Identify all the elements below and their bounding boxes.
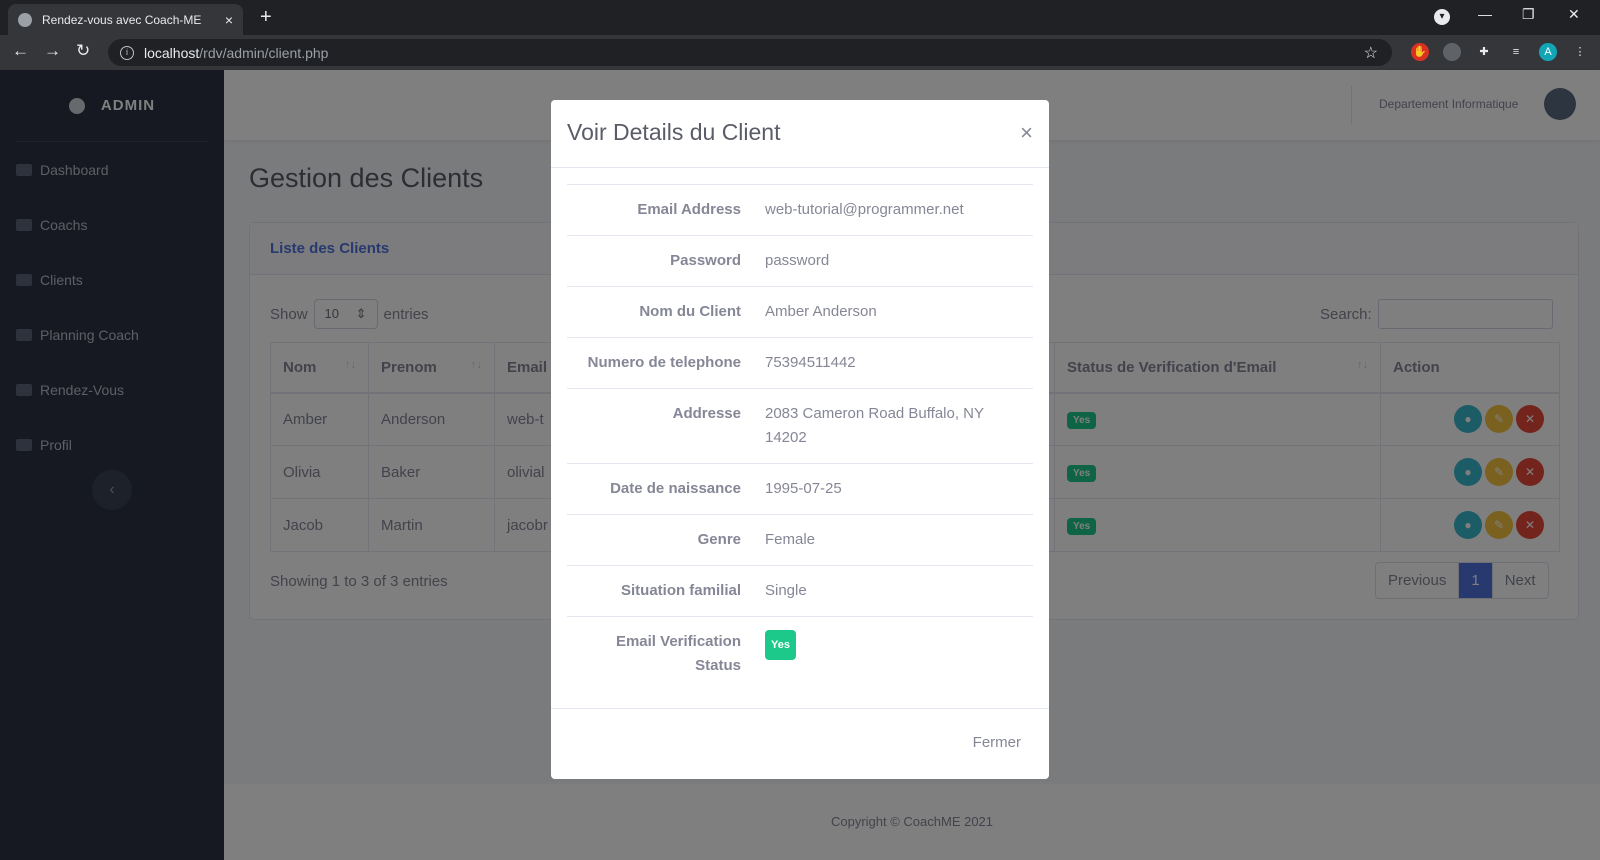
status-badge: Yes (765, 630, 796, 660)
fermer-button[interactable]: Fermer (973, 734, 1021, 751)
restore-icon[interactable]: ❐ (1522, 6, 1535, 23)
detail-value: 75394511442 (753, 337, 1033, 389)
detail-row: Addresse 2083 Cameron Road Buffalo, NY 1… (567, 388, 1033, 464)
browser-titlebar: Rendez-vous avec Coach-ME × + ▾ — ❐ ✕ (0, 0, 1600, 35)
detail-value: 1995-07-25 (753, 463, 1033, 515)
modal-footer: Fermer (551, 708, 1049, 779)
detail-value: Single (753, 565, 1033, 617)
detail-row: Email Address web-tutorial@programmer.ne… (567, 184, 1033, 236)
browser-tab[interactable]: Rendez-vous avec Coach-ME × (8, 4, 243, 35)
detail-label: Numero de telephone (567, 337, 753, 389)
modal-body: Email Address web-tutorial@programmer.ne… (551, 168, 1049, 707)
address-bar[interactable]: i localhost/rdv/admin/client.php ☆ (108, 39, 1392, 66)
detail-label: Password (567, 235, 753, 287)
detail-row: Genre Female (567, 514, 1033, 566)
detail-label: Genre (567, 514, 753, 566)
client-details-table: Email Address web-tutorial@programmer.ne… (567, 184, 1033, 691)
detail-row: Numero de telephone 75394511442 (567, 337, 1033, 389)
detail-label: Nom du Client (567, 286, 753, 338)
back-arrow-icon[interactable]: ← (12, 41, 29, 61)
detail-value: Amber Anderson (753, 286, 1033, 338)
url-path: /rdv/admin/client.php (199, 44, 329, 61)
modal-header: Voir Details du Client × (551, 100, 1049, 168)
profile-avatar[interactable]: A (1539, 43, 1557, 61)
detail-row: Date de naissance 1995-07-25 (567, 463, 1033, 515)
star-icon[interactable]: ☆ (1364, 43, 1378, 63)
detail-row: Password password (567, 235, 1033, 287)
tab-title: Rendez-vous avec Coach-ME (42, 12, 202, 27)
close-icon[interactable]: × (1020, 120, 1033, 146)
modal-title: Voir Details du Client (567, 119, 781, 145)
playlist-icon[interactable]: ≡ (1507, 43, 1525, 61)
kebab-menu-icon[interactable]: ⋮ (1571, 43, 1589, 61)
forward-arrow-icon[interactable]: → (44, 41, 61, 61)
detail-label: Situation familial (567, 565, 753, 617)
detail-value: password (753, 235, 1033, 287)
detail-value-cell: Yes (753, 616, 1033, 691)
detail-value: 2083 Cameron Road Buffalo, NY 14202 (753, 388, 1033, 464)
chevron-down-icon[interactable]: ▾ (1434, 9, 1450, 25)
detail-row: Nom du Client Amber Anderson (567, 286, 1033, 338)
adblock-extension-icon[interactable]: ✋ (1411, 43, 1429, 61)
tab-close-icon[interactable]: × (225, 12, 233, 28)
detail-label: Addresse (567, 388, 753, 464)
detail-value: web-tutorial@programmer.net (753, 184, 1033, 236)
info-icon[interactable]: i (120, 45, 134, 60)
reload-icon[interactable]: ↻ (76, 41, 90, 61)
tag-extension-icon[interactable] (1443, 43, 1461, 61)
new-tab-button[interactable]: + (260, 6, 272, 29)
close-window-icon[interactable]: ✕ (1568, 6, 1580, 23)
client-details-modal: Voir Details du Client × Email Address w… (551, 100, 1049, 779)
minimize-icon[interactable]: — (1478, 6, 1492, 22)
detail-label: Email Address (567, 184, 753, 236)
browser-toolbar: ← → ↻ i localhost/rdv/admin/client.php ☆… (0, 35, 1600, 70)
url-host: localhost (144, 44, 200, 61)
detail-row: Situation familial Single (567, 565, 1033, 617)
globe-icon (18, 12, 32, 27)
detail-row: Email Verification Status Yes (567, 616, 1033, 691)
detail-label: Email Verification Status (567, 616, 753, 691)
detail-value: Female (753, 514, 1033, 566)
puzzle-icon[interactable]: ✚ (1475, 43, 1493, 61)
detail-label: Date de naissance (567, 463, 753, 515)
